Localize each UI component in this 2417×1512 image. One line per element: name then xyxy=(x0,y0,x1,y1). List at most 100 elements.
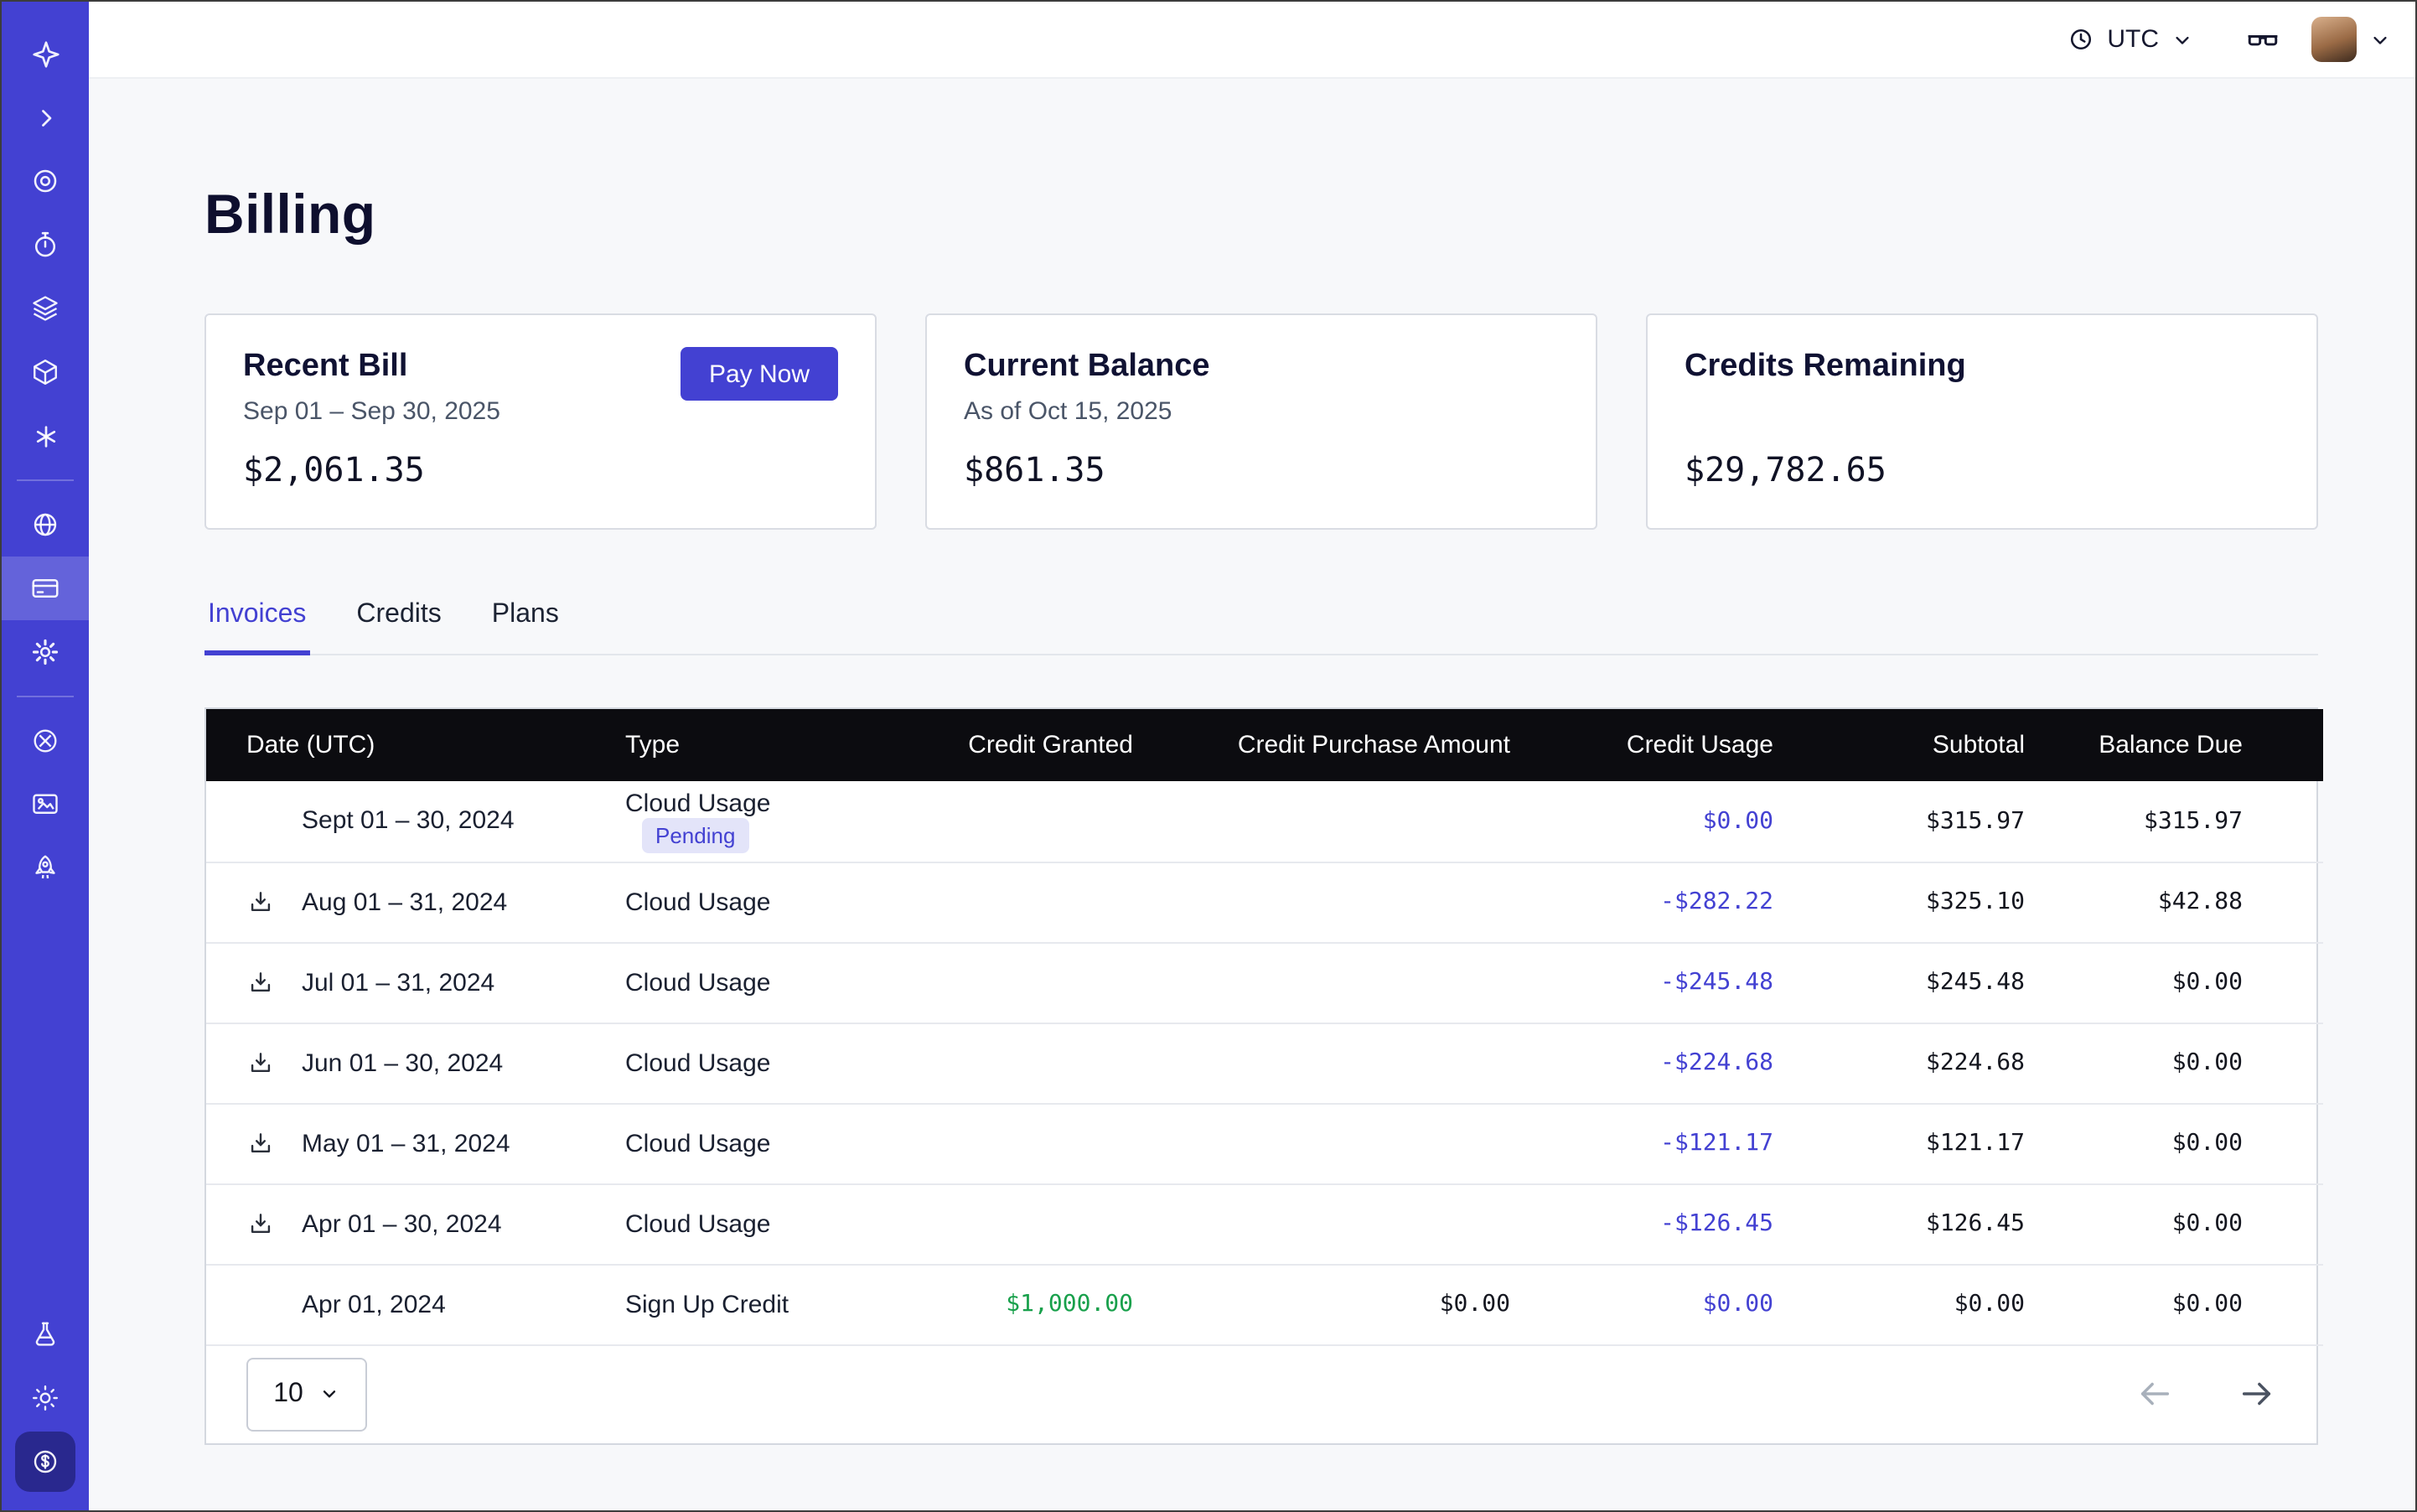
subtotal-value: $325.10 xyxy=(1773,862,2025,942)
invoice-date: Apr 01, 2024 xyxy=(302,1290,446,1318)
invoice-date: Jun 01 – 30, 2024 xyxy=(302,1049,503,1077)
table-row: Jun 01 – 30, 2024 Cloud Usage -$224.68 $… xyxy=(206,1023,2323,1103)
invoice-date: Sept 01 – 30, 2024 xyxy=(302,807,515,836)
subtotal-value: $245.48 xyxy=(1773,942,2025,1023)
balance-due-value: $0.00 xyxy=(2025,1103,2323,1183)
table-row: Apr 01, 2024 Sign Up Credit $1,000.00 $0… xyxy=(206,1264,2323,1344)
card-title: Credits Remaining xyxy=(1685,349,2280,386)
gear-icon[interactable] xyxy=(2,620,89,684)
billing-tabs: Invoices Credits Plans xyxy=(204,600,2318,655)
chevron-down-icon xyxy=(2171,28,2194,51)
tab-credits[interactable]: Credits xyxy=(353,600,444,655)
invoice-date: Aug 01 – 31, 2024 xyxy=(302,888,507,916)
card-amount: $2,061.35 xyxy=(243,449,838,489)
image-icon[interactable] xyxy=(2,773,89,836)
pay-now-button[interactable]: Pay Now xyxy=(681,347,838,401)
layers-icon[interactable] xyxy=(2,277,89,340)
invoice-type: Cloud Usage xyxy=(625,1183,877,1264)
pagination xyxy=(2135,1375,2276,1413)
subtotal-value: $315.97 xyxy=(1773,781,2025,862)
chevron-right-icon[interactable] xyxy=(2,85,89,149)
invoice-type: Cloud Usage xyxy=(625,1103,877,1183)
chevron-down-icon xyxy=(318,1383,340,1405)
sidebar-divider xyxy=(17,479,74,481)
card-subtitle: As of Oct 15, 2025 xyxy=(964,397,1559,431)
table-row: Sept 01 – 30, 2024 Cloud UsagePending $0… xyxy=(206,781,2323,862)
topbar: UTC xyxy=(89,2,2415,79)
column-header-type: Type xyxy=(625,709,877,781)
page-size-select[interactable]: 10 xyxy=(246,1357,367,1431)
app-window: UTC Billing Recent Bill Sep 01 – Sep 30,… xyxy=(0,0,2417,1512)
sidebar-divider xyxy=(17,696,74,697)
balance-due-value: $0.00 xyxy=(2025,1023,2323,1103)
subtotal-value: $0.00 xyxy=(1773,1264,2025,1344)
credit-granted-value: $1,000.00 xyxy=(877,1264,1133,1344)
sun-icon[interactable] xyxy=(2,1366,89,1430)
credit-usage-value: -$126.45 xyxy=(1510,1183,1773,1264)
card-subtitle: Sep 01 – Sep 30, 2025 xyxy=(243,397,838,431)
table-header-row: Date (UTC) Type Credit Granted Credit Pu… xyxy=(206,709,2323,781)
balance-due-value: $0.00 xyxy=(2025,942,2323,1023)
tab-invoices[interactable]: Invoices xyxy=(204,600,309,655)
invoice-type: Cloud Usage xyxy=(625,942,877,1023)
invoice-type: Cloud Usage xyxy=(625,790,770,818)
credit-usage-value: $0.00 xyxy=(1510,1264,1773,1344)
subtotal-value: $224.68 xyxy=(1773,1023,2025,1103)
download-invoice-icon[interactable] xyxy=(246,1049,302,1077)
asterisk-icon[interactable] xyxy=(2,404,89,468)
avatar[interactable] xyxy=(2311,17,2357,62)
clock-icon xyxy=(2067,25,2095,54)
invoice-date: Apr 01 – 30, 2024 xyxy=(302,1209,502,1238)
circle-x-icon[interactable] xyxy=(2,709,89,773)
recent-bill-card: Recent Bill Sep 01 – Sep 30, 2025 $2,061… xyxy=(204,313,877,530)
next-page-icon[interactable] xyxy=(2238,1375,2276,1413)
column-header-credit-usage: Credit Usage xyxy=(1510,709,1773,781)
invoice-type: Cloud Usage xyxy=(625,1023,877,1103)
billing-page: Billing Recent Bill Sep 01 – Sep 30, 202… xyxy=(89,79,2415,1510)
credit-usage-value: -$224.68 xyxy=(1510,1023,1773,1103)
chevron-down-icon[interactable] xyxy=(2368,28,2392,51)
previous-page-icon[interactable] xyxy=(2135,1375,2174,1413)
table-row: Jul 01 – 31, 2024 Cloud Usage -$245.48 $… xyxy=(206,942,2323,1023)
cube-icon[interactable] xyxy=(2,340,89,404)
credit-usage-value: -$245.48 xyxy=(1510,942,1773,1023)
stopwatch-icon[interactable] xyxy=(2,213,89,277)
invoice-date: May 01 – 31, 2024 xyxy=(302,1129,510,1157)
credit-purchase-value: $0.00 xyxy=(1133,1264,1510,1344)
sparkle-logo-icon[interactable] xyxy=(2,22,89,85)
current-balance-card: Current Balance As of Oct 15, 2025 $861.… xyxy=(925,313,1597,530)
card-amount: $861.35 xyxy=(964,449,1559,489)
main-area: UTC Billing Recent Bill Sep 01 – Sep 30,… xyxy=(89,2,2415,1510)
summary-cards: Recent Bill Sep 01 – Sep 30, 2025 $2,061… xyxy=(204,313,2318,530)
download-invoice-icon[interactable] xyxy=(246,888,302,916)
column-header-date: Date (UTC) xyxy=(206,709,625,781)
page-title: Billing xyxy=(204,183,2318,246)
download-invoice-icon[interactable] xyxy=(246,968,302,997)
rocket-icon[interactable] xyxy=(2,836,89,900)
globe-icon[interactable] xyxy=(2,493,89,557)
column-header-subtotal: Subtotal xyxy=(1773,709,2025,781)
card-subtitle xyxy=(1685,397,2280,431)
download-invoice-icon[interactable] xyxy=(246,1209,302,1238)
timezone-label: UTC xyxy=(2107,25,2159,54)
timezone-selector[interactable]: UTC xyxy=(2067,25,2194,54)
page-size-value: 10 xyxy=(273,1379,303,1409)
sidebar-item-billing[interactable] xyxy=(2,557,89,620)
tab-plans[interactable]: Plans xyxy=(489,600,562,655)
dollar-circle-icon[interactable] xyxy=(2,1430,89,1494)
flask-icon[interactable] xyxy=(2,1302,89,1366)
balance-due-value: $0.00 xyxy=(2025,1183,2323,1264)
target-icon[interactable] xyxy=(2,149,89,213)
table-footer: 10 xyxy=(206,1345,2316,1442)
invoices-table: Date (UTC) Type Credit Granted Credit Pu… xyxy=(204,707,2318,1444)
glasses-icon[interactable] xyxy=(2244,21,2281,58)
download-invoice-icon[interactable] xyxy=(246,1129,302,1157)
credits-remaining-card: Credits Remaining $29,782.65 xyxy=(1646,313,2318,530)
status-badge: Pending xyxy=(642,818,748,853)
table-row: Aug 01 – 31, 2024 Cloud Usage -$282.22 $… xyxy=(206,862,2323,942)
balance-due-value: $0.00 xyxy=(2025,1264,2323,1344)
card-amount: $29,782.65 xyxy=(1685,449,2280,489)
balance-due-value: $315.97 xyxy=(2025,781,2323,862)
credit-usage-value: -$121.17 xyxy=(1510,1103,1773,1183)
billing-shortcut-background xyxy=(15,1432,75,1492)
